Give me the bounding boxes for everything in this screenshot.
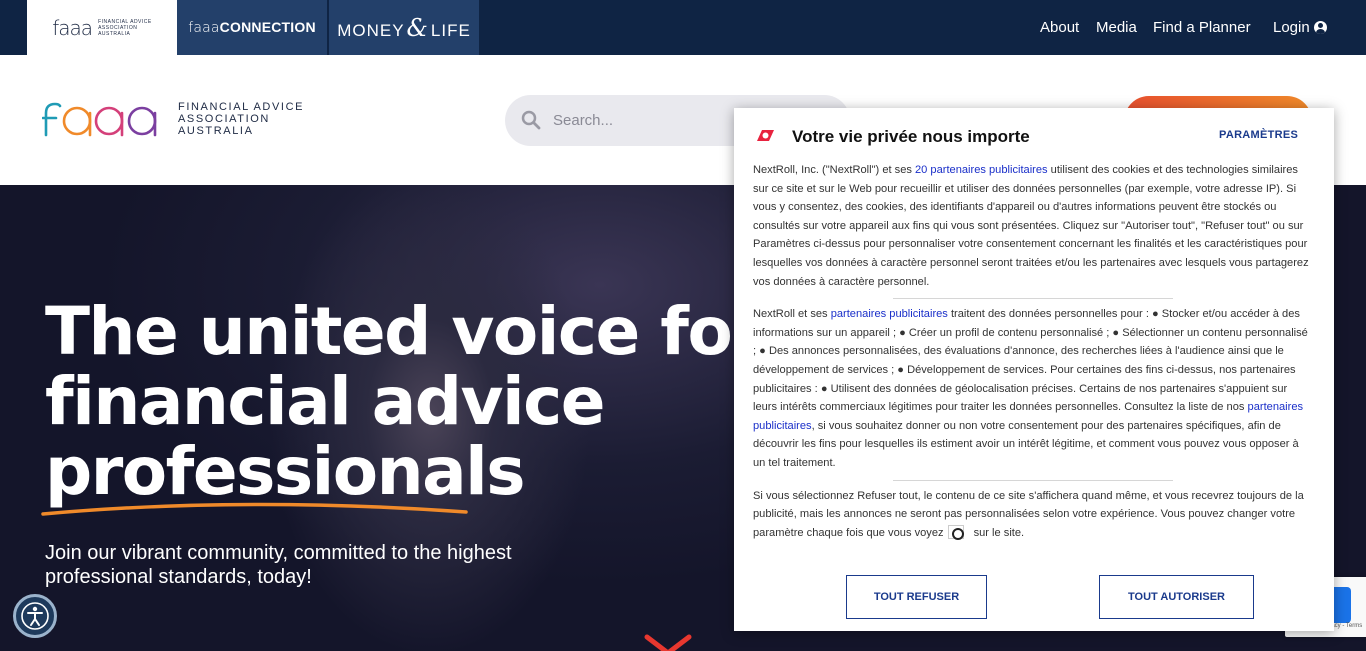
partners-link[interactable]: partenaires publicitaires <box>831 308 948 320</box>
hero-title: The united voice for financial advice pr… <box>45 293 764 507</box>
faaa-mini-word: faaa <box>52 15 93 40</box>
faaa-logo-text: FINANCIAL ADVICE ASSOCIATION AUSTRALIA <box>178 101 304 137</box>
text: NextRoll et ses <box>753 308 831 321</box>
divider <box>893 298 1173 300</box>
connection-bold: CONNECTION <box>219 19 316 35</box>
text: , si vous souhaitez donner ou non votre … <box>753 419 1299 469</box>
cookie-paragraph-2: NextRoll et ses partenaires publicitaire… <box>753 305 1313 472</box>
life-word: LIFE <box>430 20 471 40</box>
accept-all-button[interactable]: TOUT AUTORISER <box>1099 575 1254 619</box>
mini-sub-line: AUSTRALIA <box>98 30 131 37</box>
money-life-logo: MONEY& LIFE <box>337 14 471 42</box>
cookie-dialog-body: NextRoll, Inc. ("NextRoll") et ses 20 pa… <box>753 161 1313 542</box>
nav-about-label[interactable]: About <box>1040 19 1079 36</box>
tab-faaa[interactable]: faaa FINANCIAL ADVICE ASSOCIATION AUSTRA… <box>27 0 177 55</box>
ampersand: & <box>406 13 429 42</box>
logo-line: ASSOCIATION <box>178 113 270 125</box>
logo-line: AUSTRALIA <box>178 125 254 137</box>
text: traitent des données personnelles pour :… <box>753 308 1308 414</box>
tab-faaa-connection[interactable]: faaaCONNECTION <box>177 0 328 55</box>
text: Si vous sélectionnez Refuser tout, le co… <box>753 489 1304 539</box>
nav-login[interactable]: Login <box>1273 0 1327 55</box>
user-circle-icon <box>1313 21 1327 34</box>
settings-link[interactable]: PARAMÈTRES <box>1219 129 1298 141</box>
text: NextRoll, Inc. ("NextRoll") et ses <box>753 164 915 176</box>
hero-title-line: financial advice <box>45 363 606 440</box>
logo-line: FINANCIAL ADVICE <box>178 101 305 113</box>
nextroll-inline-icon <box>947 524 964 540</box>
accessibility-icon <box>21 602 49 630</box>
text: utilisent des cookies et des technologie… <box>753 164 1309 288</box>
cookie-consent-dialog: Votre vie privée nous importe PARAMÈTRES… <box>734 108 1334 631</box>
nav-media[interactable]: Media <box>1096 0 1137 55</box>
faaa-mini-logo: faaa FINANCIAL ADVICE ASSOCIATION AUSTRA… <box>52 16 151 40</box>
refuse-all-button[interactable]: TOUT REFUSER <box>846 575 987 619</box>
top-bar: faaa FINANCIAL ADVICE ASSOCIATION AUSTRA… <box>0 0 1366 55</box>
accessibility-button[interactable] <box>13 594 57 638</box>
nextroll-logo-icon <box>757 130 774 141</box>
faaa-mini-sub: FINANCIAL ADVICE ASSOCIATION AUSTRALIA <box>98 19 152 37</box>
divider <box>893 479 1173 481</box>
chevron-down-icon[interactable] <box>644 633 692 651</box>
nav-media-label[interactable]: Media <box>1096 19 1137 36</box>
hero-title-line: The united voice for <box>45 293 764 370</box>
nav-about[interactable]: About <box>1040 0 1079 55</box>
hero-subtitle: Join our vibrant community, committed to… <box>45 542 512 588</box>
nav-planner-label[interactable]: Find a Planner <box>1153 19 1251 36</box>
faaa-logo-mark <box>42 102 157 137</box>
faaa-connection-logo: faaaCONNECTION <box>188 19 316 36</box>
tab-money-and-life[interactable]: MONEY& LIFE <box>329 0 479 55</box>
cookie-paragraph-3: Si vous sélectionnez Refuser tout, le co… <box>753 487 1313 543</box>
nav-find-a-planner[interactable]: Find a Planner <box>1153 0 1251 55</box>
money-word: MONEY <box>337 20 405 40</box>
connection-light: faaa <box>188 20 220 36</box>
orange-underline <box>41 502 468 516</box>
nav-login-label[interactable]: Login <box>1273 19 1310 36</box>
cookie-paragraph-1: NextRoll, Inc. ("NextRoll") et ses 20 pa… <box>753 161 1313 291</box>
text: sur le site. <box>973 526 1025 539</box>
cookie-dialog-title: Votre vie privée nous importe <box>792 127 1030 146</box>
partners-link[interactable]: 20 partenaires publicitaires <box>915 164 1048 176</box>
faaa-logo[interactable]: FINANCIAL ADVICE ASSOCIATION AUSTRALIA <box>42 101 304 137</box>
search-icon[interactable] <box>521 110 541 130</box>
